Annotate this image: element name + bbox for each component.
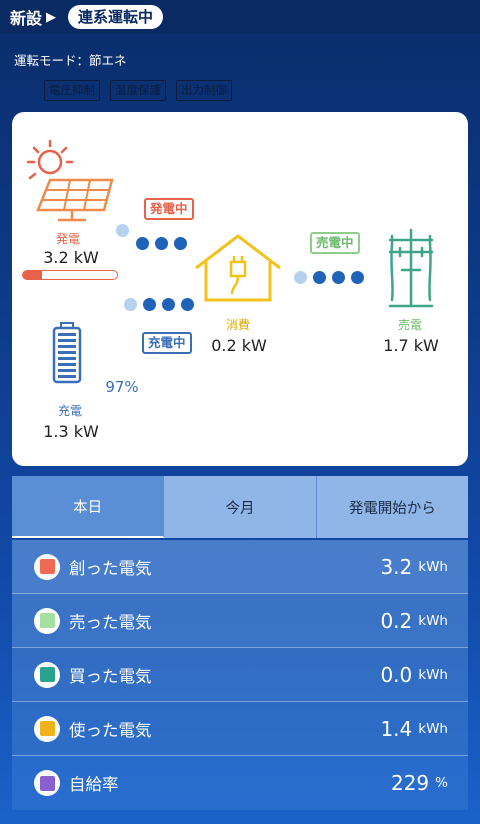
charging-tag: 充電中 (142, 332, 192, 354)
generating-tag: 発電中 (144, 198, 194, 220)
badge-voltage: 電圧抑制 (44, 80, 100, 101)
flow-dot (313, 271, 326, 284)
house-to-grid-dots (294, 271, 364, 284)
battery-value: 1.3 kW (43, 422, 99, 441)
flow-dot (351, 271, 364, 284)
status-pill: 連系運転中 (68, 5, 164, 29)
consumption-value: 0.2 kW (211, 336, 267, 355)
stat-value: 0.0 (380, 662, 413, 687)
tab-today[interactable]: 本日 (12, 476, 165, 538)
solar-label: 発電 (55, 232, 80, 246)
legend-chip (34, 553, 60, 580)
tab-since-start[interactable]: 発電開始から (316, 476, 468, 538)
solar-value: 3.2 kW (43, 248, 99, 267)
stat-value: 1.4 (380, 716, 413, 741)
stat-unit: kWh (418, 720, 448, 737)
list-item: 買った電気 0.0 kWh (12, 648, 468, 702)
energy-stats-list: 創った電気 3.2 kWh 売った電気 0.2 kWh 買った電気 0.0 kW… (12, 540, 468, 810)
stat-unit: kWh (418, 612, 448, 629)
bought-color-swatch (39, 667, 55, 682)
legend-chip (34, 661, 60, 688)
legend-chip (34, 607, 60, 634)
solar-output-bar-fill (23, 271, 42, 279)
solar-panel-icon (26, 139, 114, 222)
flow-dot (162, 298, 175, 311)
stat-label: 使った電気 (69, 720, 152, 740)
play-arrow-icon: ▶ (46, 9, 57, 25)
stat-label: 買った電気 (69, 666, 152, 686)
house-icon (195, 234, 281, 302)
list-item: 売った電気 0.2 kWh (12, 594, 468, 648)
legend-chip (34, 770, 60, 796)
list-item: 使った電気 1.4 kWh (12, 702, 468, 756)
flow-dot (155, 237, 168, 250)
generated-color-swatch (39, 559, 55, 574)
battery-icon (52, 322, 82, 384)
badge-temperature: 温度保護 (110, 80, 166, 101)
selling-label: 売電 (397, 318, 422, 332)
solar-to-house-dots (136, 237, 187, 250)
battery-to-house-dots (124, 298, 194, 311)
stat-value: 229 (390, 771, 430, 795)
battery-label: 充電 (57, 404, 82, 418)
warning-badges: 電圧抑制 温度保護 出力制御 (44, 80, 232, 101)
legend-chip (34, 715, 60, 742)
stat-unit: % (435, 775, 448, 791)
tab-this-month[interactable]: 今月 (164, 476, 317, 538)
selling-value: 1.7 kW (383, 336, 439, 355)
solar-output-bar (22, 270, 118, 280)
battery-percent: 97% (105, 378, 139, 396)
stat-unit: kWh (418, 666, 448, 683)
flow-dot (116, 224, 129, 237)
selling-tag: 売電中 (310, 232, 360, 254)
operation-mode: 運転モード：節エネ (14, 53, 127, 68)
flow-dot (124, 298, 137, 311)
list-item: 創った電気 3.2 kWh (12, 540, 468, 594)
flow-dot (136, 237, 149, 250)
solar-flow-dots (116, 224, 129, 237)
stat-label: 自給率 (69, 775, 119, 794)
top-bar: 新設 ▶ 連系運転中 (0, 0, 480, 34)
flow-dot (294, 271, 307, 284)
list-item: 自給率 229 % (12, 756, 468, 810)
energy-flow-panel: 発電 3.2 kW 発電中 97% 充電 1.3 kW 充電中 消費 0.2 k… (12, 112, 468, 466)
flow-dot (174, 237, 187, 250)
used-color-swatch (39, 721, 55, 736)
stat-value: 0.2 (380, 608, 413, 633)
stat-unit: kWh (418, 558, 448, 575)
stat-label: 創った電気 (69, 558, 152, 578)
brand-title: 新設 (10, 9, 43, 28)
self-sufficiency-color-swatch (39, 775, 55, 791)
stat-label: 売った電気 (69, 612, 152, 632)
period-tabs: 本日 今月 発電開始から (12, 476, 468, 538)
sold-color-swatch (39, 613, 55, 628)
stat-value: 3.2 (380, 554, 413, 579)
consumption-label: 消費 (225, 318, 250, 332)
flow-dot (143, 298, 156, 311)
utility-pole-icon (388, 228, 434, 308)
flow-dot (332, 271, 345, 284)
badge-output: 出力制御 (176, 80, 232, 101)
